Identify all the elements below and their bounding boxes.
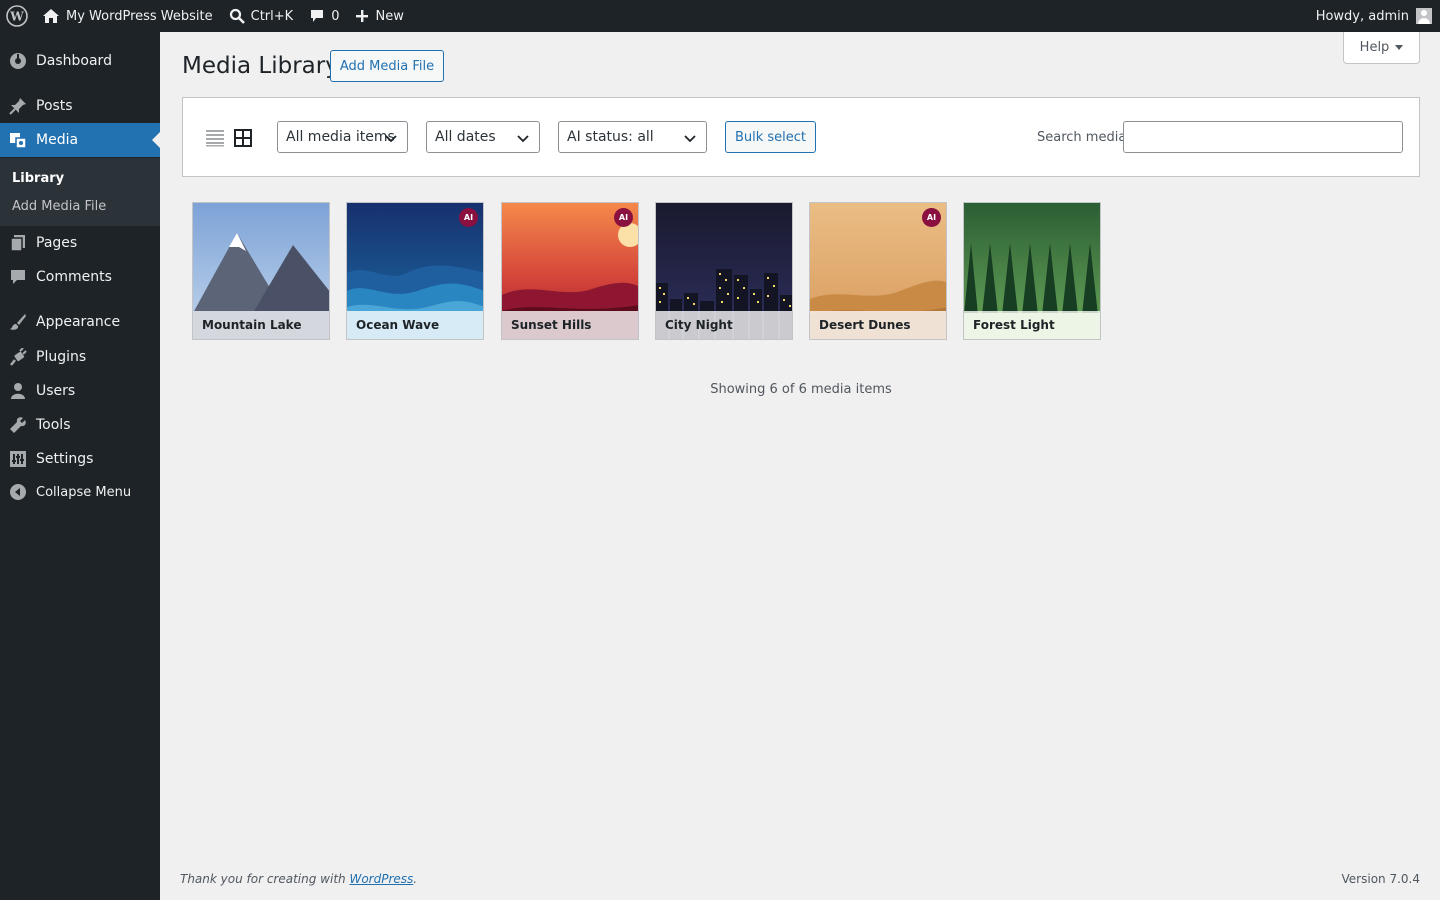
account-menu[interactable]: Howdy, admin	[1308, 0, 1440, 32]
svg-text:W: W	[9, 10, 24, 24]
howdy-text: Howdy, admin	[1315, 8, 1409, 24]
media-type-filter[interactable]: All media items	[277, 121, 408, 153]
dashboard-icon	[0, 52, 36, 70]
footer-thanks-suffix: .	[413, 872, 418, 886]
sidebar-item-tools[interactable]: Tools	[0, 408, 160, 442]
media-type-value: All media items	[286, 129, 395, 145]
user-icon	[0, 382, 36, 400]
sidebar-item-label: Media	[36, 132, 79, 148]
sidebar-item-label: Appearance	[36, 314, 121, 330]
home-icon	[42, 8, 60, 24]
pin-icon	[0, 97, 36, 115]
avatar	[1416, 8, 1432, 24]
ai-badge: AI	[459, 208, 478, 227]
help-label: Help	[1359, 40, 1390, 55]
search-label: Search media	[1037, 130, 1127, 145]
chevron-down-icon	[684, 135, 696, 143]
sidebar-item-label: Posts	[36, 98, 73, 114]
media-title: Mountain Lake	[193, 311, 329, 339]
submenu-library[interactable]: Library	[12, 171, 64, 186]
media-title: Forest Light	[964, 311, 1100, 339]
comment-icon	[309, 8, 325, 24]
sidebar-item-media[interactable]: Media	[0, 123, 160, 157]
media-title: City Night	[656, 311, 792, 339]
site-name-link[interactable]: My WordPress Website	[34, 0, 221, 32]
brush-icon	[0, 313, 36, 331]
sidebar-item-label: Dashboard	[36, 53, 112, 69]
sidebar-item-users[interactable]: Users	[0, 374, 160, 408]
help-button[interactable]: Help	[1343, 32, 1420, 64]
comment-icon	[0, 268, 36, 286]
site-name: My WordPress Website	[66, 8, 213, 24]
list-view-icon[interactable]	[205, 128, 225, 148]
settings-icon	[0, 450, 36, 468]
media-item[interactable]: AI Desert Dunes	[809, 202, 947, 340]
collapse-menu-button[interactable]: Collapse Menu	[0, 475, 160, 509]
sidebar-item-label: Comments	[36, 269, 112, 285]
sidebar-item-settings[interactable]: Settings	[0, 442, 160, 476]
media-item[interactable]: AI Sunset Hills	[501, 202, 639, 340]
ai-badge: AI	[614, 208, 633, 227]
sidebar-item-label: Pages	[36, 235, 78, 251]
media-submenu: Library Add Media File	[0, 158, 160, 226]
collapse-label: Collapse Menu	[36, 484, 132, 500]
page-title: Media Library	[182, 53, 339, 79]
sidebar-item-label: Users	[36, 383, 76, 399]
media-item[interactable]: Forest Light	[963, 202, 1101, 340]
sidebar-item-pages[interactable]: Pages	[0, 226, 160, 260]
plus-icon	[355, 9, 369, 23]
footer-thanks: Thank you for creating with WordPress.	[180, 872, 417, 886]
pages-icon	[0, 234, 36, 252]
media-icon	[0, 131, 36, 149]
sidebar-item-label: Tools	[36, 417, 71, 433]
admin-bar: W My WordPress Website Ctrl+K 0 New Howd…	[0, 0, 1440, 32]
version-text: Version 7.0.4	[1341, 872, 1420, 886]
sidebar-item-posts[interactable]: Posts	[0, 89, 160, 123]
media-item[interactable]: AI Ocean Wave	[346, 202, 484, 340]
comments-count: 0	[331, 8, 340, 24]
plugin-icon	[0, 348, 36, 366]
command-palette-button[interactable]: Ctrl+K	[221, 0, 302, 32]
wrench-icon	[0, 416, 36, 434]
caret-down-icon	[1395, 45, 1404, 50]
submenu-add-media-file[interactable]: Add Media File	[12, 199, 106, 214]
bulk-select-button[interactable]: Bulk select	[725, 121, 816, 153]
sidebar-item-label: Plugins	[36, 349, 87, 365]
search-input[interactable]	[1123, 121, 1403, 153]
media-title: Desert Dunes	[810, 311, 946, 339]
media-item[interactable]: City Night	[655, 202, 793, 340]
media-count-status: Showing 6 of 6 media items	[710, 382, 892, 397]
sidebar-item-dashboard[interactable]: Dashboard	[0, 44, 160, 78]
collapse-icon	[0, 483, 36, 501]
sidebar-item-label: Settings	[36, 451, 94, 467]
media-item[interactable]: Mountain Lake	[192, 202, 330, 340]
media-title: Sunset Hills	[502, 311, 638, 339]
chevron-down-icon	[385, 135, 397, 143]
chevron-down-icon	[517, 135, 529, 143]
ai-status-filter[interactable]: AI status: all	[558, 121, 707, 153]
ai-badge: AI	[922, 208, 941, 227]
ai-status-value: AI status: all	[567, 129, 654, 145]
search-shortcut: Ctrl+K	[250, 8, 294, 24]
media-toolbar: All media items All dates AI status: all…	[182, 97, 1420, 177]
grid-view-icon[interactable]	[233, 128, 253, 148]
media-title: Ocean Wave	[347, 311, 483, 339]
sidebar-item-comments[interactable]: Comments	[0, 260, 160, 294]
sidebar-item-plugins[interactable]: Plugins	[0, 340, 160, 374]
add-media-file-button[interactable]: Add Media File	[330, 50, 444, 82]
date-filter[interactable]: All dates	[426, 121, 540, 153]
comments-link[interactable]: 0	[301, 0, 347, 32]
new-content-button[interactable]: New	[347, 0, 411, 32]
search-icon	[229, 8, 245, 24]
footer-thanks-prefix: Thank you for creating with	[180, 872, 350, 886]
wordpress-logo-icon[interactable]: W	[0, 0, 34, 32]
date-filter-value: All dates	[435, 129, 496, 145]
new-label: New	[375, 8, 404, 24]
sidebar-item-appearance[interactable]: Appearance	[0, 305, 160, 339]
wordpress-link[interactable]: WordPress	[349, 872, 413, 886]
admin-sidebar: Dashboard Posts Media Library Add Media …	[0, 32, 160, 900]
